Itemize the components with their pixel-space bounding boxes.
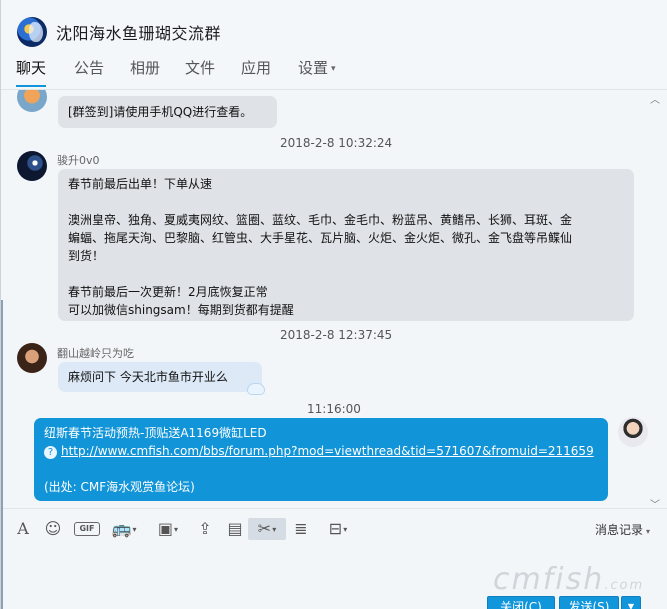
watermark-suffix: .com: [604, 578, 645, 593]
link-icon: ?: [44, 446, 57, 459]
message-line: 可以加微信shingsam！每期到货都有提醒: [68, 303, 294, 317]
group-title[interactable]: 沈阳海水鱼珊瑚交流群: [56, 20, 221, 44]
image-icon[interactable]: ▣▾: [155, 518, 181, 540]
sender-name[interactable]: 骏升0v0: [57, 152, 100, 168]
tab-announcement[interactable]: 公告: [74, 57, 104, 78]
screenshot-icon[interactable]: ✂▾: [248, 518, 286, 540]
avatar[interactable]: [17, 343, 47, 373]
watermark: cmfish.com: [493, 562, 644, 597]
tab-files[interactable]: 文件: [185, 57, 215, 78]
tab-album[interactable]: 相册: [130, 57, 160, 78]
font-icon[interactable]: A: [14, 518, 32, 540]
gif-icon[interactable]: GIF: [74, 522, 100, 536]
message-line: 纽斯春节活动预热-顶贴送A1169微缸LED: [44, 426, 267, 440]
message-line: [68, 193, 624, 211]
message-history-button[interactable]: 消息记录 ▾: [595, 521, 650, 538]
message-line: 到货！: [68, 249, 105, 263]
message-line: 春节前最后出单！下单从速: [68, 177, 213, 191]
message-line: 蝙蝠、拖尾天洵、巴黎脑、红管虫、大手星花、瓦片脑、火炬、金火炬、微孔、金飞盘等吊…: [68, 231, 573, 245]
input-toolbar: A ☺ GIF 🚌▾ ▣▾ ⇪ ▤ ✂▾ ≣ ⊟▾ 消息记录 ▾: [1, 508, 667, 548]
sender-name[interactable]: 翻山越岭只为吃: [57, 345, 134, 361]
cloud-bubble-icon: [247, 383, 265, 395]
poll-icon[interactable]: ≣: [291, 518, 311, 540]
message-list[interactable]: ︿ [群签到]请使用手机QQ进行查看。 2018-2-8 10:32:24 骏升…: [1, 90, 667, 508]
message-bubble: [群签到]请使用手机QQ进行查看。: [58, 96, 277, 128]
message-bubble: 春节前最后出单！下单从速 澳洲皇帝、独角、夏威夷网纹、篮圈、蓝纹、毛巾、金毛巾、…: [58, 169, 634, 321]
gift-icon[interactable]: 🚌▾: [111, 518, 137, 540]
message-bubble-self: 纽斯春节活动预热-顶贴送A1169微缸LED ? http://www.cmfis…: [34, 418, 608, 501]
send-button[interactable]: 发送(S): [559, 596, 619, 609]
message-text: 麻烦问下 今天北市鱼市开业么: [68, 370, 228, 384]
tab-chat[interactable]: 聊天: [16, 57, 47, 87]
watermark-text: cmfish: [493, 562, 605, 597]
emoji-icon[interactable]: ☺: [43, 518, 63, 540]
tab-settings-label: 设置: [298, 59, 329, 77]
avatar[interactable]: [618, 417, 648, 447]
timestamp: 2018-2-8 12:37:45: [280, 328, 393, 342]
message-text: [群签到]请使用手机QQ进行查看。: [68, 105, 253, 119]
avatar[interactable]: [17, 151, 47, 181]
timestamp: 2018-2-8 10:32:24: [280, 136, 393, 150]
background-window-edge: [1, 300, 3, 609]
chevron-down-icon: ▾: [645, 527, 650, 536]
message-line: [44, 460, 598, 478]
red-packet-icon[interactable]: ▤: [225, 518, 245, 540]
message-line: ? http://www.cmfish.com/bbs/forum.php?mod…: [44, 442, 598, 460]
chat-window: 沈阳海水鱼珊瑚交流群 聊天 公告 相册 文件 应用 设置 ▾ ︿ [群签到]请使用…: [0, 0, 667, 609]
message-history-label: 消息记录: [594, 523, 643, 537]
message-line: (出处: CMF海水观赏鱼论坛): [44, 480, 195, 494]
avatar[interactable]: [17, 90, 47, 112]
forum-link[interactable]: http://www.cmfish.com/bbs/forum.php?mod=…: [61, 444, 594, 458]
message-line: 春节前最后一次更新！2月底恢复正常: [68, 285, 268, 299]
more-icon[interactable]: ⊟▾: [323, 518, 353, 540]
chevron-down-icon: ▾: [331, 64, 336, 74]
message-line: 澳洲皇帝、独角、夏威夷网纹、篮圈、蓝纹、毛巾、金毛巾、粉蓝吊、黄鳍吊、长狮、耳斑…: [68, 213, 573, 227]
message-line: [68, 265, 624, 283]
close-button[interactable]: 关闭(C): [487, 596, 555, 609]
tab-apps[interactable]: 应用: [241, 57, 271, 78]
scroll-down-icon[interactable]: ﹀: [648, 496, 662, 508]
timestamp: 11:16:00: [307, 402, 361, 416]
send-options-button[interactable]: ▼: [621, 596, 641, 609]
tab-settings[interactable]: 设置 ▾: [298, 57, 336, 78]
header: 沈阳海水鱼珊瑚交流群 聊天 公告 相册 文件 应用 设置 ▾: [1, 0, 667, 90]
group-avatar[interactable]: [17, 17, 47, 47]
scroll-up-icon[interactable]: ︿: [648, 91, 662, 106]
upload-icon[interactable]: ⇪: [195, 518, 215, 540]
message-bubble: 麻烦问下 今天北市鱼市开业么: [58, 362, 265, 395]
